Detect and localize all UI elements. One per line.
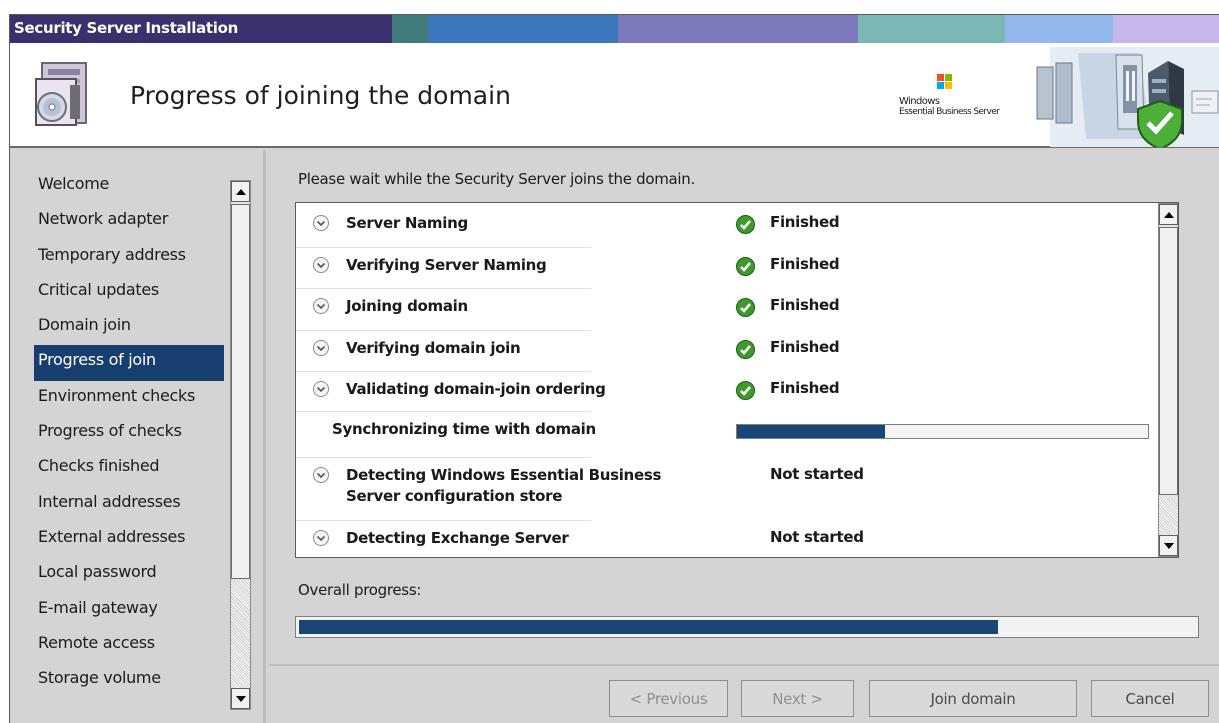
scroll-up-icon[interactable] bbox=[1159, 204, 1178, 225]
task-name: Synchronizing time with domain bbox=[332, 420, 596, 438]
task-status: Finished bbox=[770, 338, 840, 356]
task-list-scroll-thumb[interactable] bbox=[1159, 227, 1178, 495]
title-bar: Security Server Installation bbox=[10, 15, 1219, 43]
wizard-step-list: Welcome Network adapter Temporary address C… bbox=[34, 169, 224, 698]
task-separator bbox=[296, 330, 591, 331]
sidebar-item-storage-volume[interactable]: Storage volume bbox=[34, 663, 224, 698]
sidebar-item-network-adapter[interactable]: Network adapter bbox=[34, 204, 224, 239]
task-name: Server Naming bbox=[346, 214, 468, 232]
sidebar-item-critical-updates[interactable]: Critical updates bbox=[34, 275, 224, 310]
chevron-down-icon[interactable] bbox=[313, 298, 329, 314]
sidebar-scrollbar[interactable] bbox=[230, 180, 251, 710]
sidebar-scroll-thumb[interactable] bbox=[231, 204, 250, 579]
sidebar-item-environment-checks[interactable]: Environment checks bbox=[34, 381, 224, 416]
chevron-down-icon[interactable] bbox=[313, 340, 329, 356]
wizard-steps-sidebar: Welcome Network adapter Temporary address C… bbox=[10, 150, 266, 723]
installer-window: Security Server Installation Progress of… bbox=[9, 14, 1219, 723]
button-divider bbox=[269, 664, 1219, 666]
sidebar-item-temporary-address[interactable]: Temporary address bbox=[34, 240, 224, 275]
overall-progress-label: Overall progress: bbox=[298, 581, 422, 599]
next-button[interactable]: Next > bbox=[741, 680, 854, 717]
task-name: Verifying domain join bbox=[346, 339, 521, 357]
task-status: Finished bbox=[770, 213, 840, 231]
task-list-scrollbar[interactable] bbox=[1158, 203, 1178, 557]
brand-text: Windows Essential Business Server bbox=[899, 96, 1000, 118]
check-icon bbox=[736, 381, 755, 400]
sidebar-item-remote-access[interactable]: Remote access bbox=[34, 628, 224, 663]
sidebar-scroll-track[interactable] bbox=[231, 581, 250, 688]
task-status: Finished bbox=[770, 296, 840, 314]
brand-line1: Windows bbox=[899, 96, 940, 107]
chevron-down-icon[interactable] bbox=[313, 381, 329, 397]
chevron-down-icon[interactable] bbox=[313, 257, 329, 273]
sidebar-item-progress-of-checks[interactable]: Progress of checks bbox=[34, 416, 224, 451]
cancel-button[interactable]: Cancel bbox=[1091, 680, 1209, 717]
task-status: Finished bbox=[770, 379, 840, 397]
task-progress-fill bbox=[737, 425, 885, 438]
page-title: Progress of joining the domain bbox=[130, 81, 511, 110]
setup-wizard-icon bbox=[35, 62, 87, 126]
task-status: Finished bbox=[770, 255, 840, 273]
task-status: Not started bbox=[770, 528, 864, 546]
scroll-up-icon[interactable] bbox=[231, 181, 250, 202]
sidebar-item-internal-addresses[interactable]: Internal addresses bbox=[34, 487, 224, 522]
sidebar-item-domain-join[interactable]: Domain join bbox=[34, 310, 224, 345]
product-brand: Windows Essential Business Server bbox=[880, 47, 1219, 147]
previous-button[interactable]: < Previous bbox=[609, 680, 728, 717]
instruction-text: Please wait while the Security Server jo… bbox=[298, 170, 695, 188]
task-name: Detecting Exchange Server bbox=[346, 529, 569, 547]
task-name-line2: Server configuration store bbox=[346, 487, 563, 505]
task-separator bbox=[296, 371, 591, 372]
task-separator bbox=[296, 247, 591, 248]
task-separator bbox=[296, 288, 591, 289]
sidebar-item-welcome[interactable]: Welcome bbox=[34, 169, 224, 204]
brand-line2: Essential Business Server bbox=[899, 107, 1000, 117]
overall-progress-fill bbox=[299, 620, 998, 634]
sidebar-item-checks-finished[interactable]: Checks finished bbox=[34, 451, 224, 486]
scroll-down-icon[interactable] bbox=[1159, 535, 1178, 556]
sidebar-item-e-mail-gateway[interactable]: E-mail gateway bbox=[34, 593, 224, 628]
sidebar-item-external-addresses[interactable]: External addresses bbox=[34, 522, 224, 557]
check-icon bbox=[736, 215, 755, 234]
check-icon bbox=[736, 340, 755, 359]
chevron-down-icon[interactable] bbox=[313, 530, 329, 546]
wizard-header: Progress of joining the domain Windows E… bbox=[10, 43, 1219, 148]
overall-progress-bar bbox=[295, 616, 1199, 638]
task-name: Joining domain bbox=[346, 297, 468, 315]
task-name: Verifying Server Naming bbox=[346, 256, 547, 274]
scroll-down-icon[interactable] bbox=[231, 688, 250, 709]
task-list-scroll-track[interactable] bbox=[1159, 497, 1178, 535]
main-content: Please wait while the Security Server jo… bbox=[269, 150, 1219, 723]
task-name: Detecting Windows Essential Business Serv… bbox=[346, 465, 661, 507]
sidebar-item-local-password[interactable]: Local password bbox=[34, 557, 224, 592]
task-progress-bar bbox=[736, 424, 1149, 439]
task-separator bbox=[296, 411, 591, 412]
chevron-down-icon[interactable] bbox=[313, 467, 329, 483]
task-list: Server Naming Finished Verifying Server Na… bbox=[295, 202, 1179, 558]
join-domain-button[interactable]: Join domain bbox=[869, 680, 1077, 717]
task-separator bbox=[296, 457, 591, 458]
task-name-line1: Detecting Windows Essential Business bbox=[346, 466, 662, 484]
check-icon bbox=[736, 298, 755, 317]
window-title: Security Server Installation bbox=[14, 19, 238, 37]
task-name: Validating domain-join ordering bbox=[346, 380, 606, 398]
task-status: Not started bbox=[770, 465, 864, 483]
check-icon bbox=[736, 257, 755, 276]
task-separator bbox=[296, 520, 591, 521]
sidebar-item-progress-of-join[interactable]: Progress of join bbox=[34, 345, 224, 381]
chevron-down-icon[interactable] bbox=[313, 215, 329, 231]
